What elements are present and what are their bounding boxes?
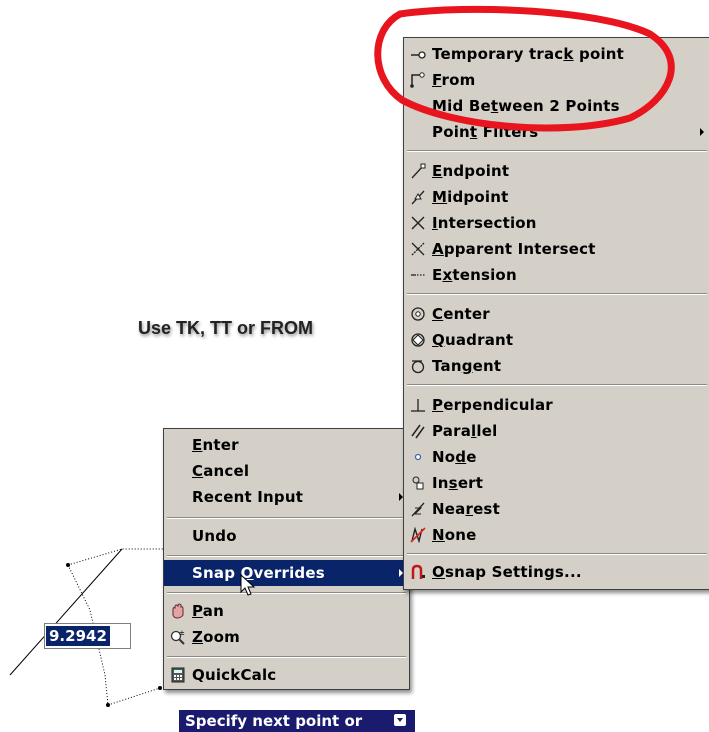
- menu-item-cancel[interactable]: Cancel: [164, 458, 409, 484]
- menu-item-intersection[interactable]: Intersection: [404, 210, 709, 236]
- nearest-icon: [410, 501, 426, 517]
- annotation-text: Use TK, TT or FROM: [138, 318, 313, 338]
- submenu-arrow-icon: [700, 128, 704, 136]
- endpoint-icon: [410, 163, 426, 179]
- osnap-settings-icon: [410, 564, 426, 580]
- menu-item-quickcalc[interactable]: QuickCalc: [164, 662, 409, 688]
- menu-item-point-filters[interactable]: Point Filters: [404, 119, 709, 145]
- center-icon: [410, 306, 426, 322]
- menu-item-mid-between-2-points[interactable]: Mid Between 2 Points: [404, 93, 709, 119]
- none-icon: [410, 527, 426, 543]
- prompt-dropdown-button[interactable]: [394, 714, 406, 726]
- from-icon: [410, 72, 426, 88]
- menu-item-node[interactable]: Node: [404, 444, 709, 470]
- menu-item-none[interactable]: None: [404, 522, 709, 548]
- menu-item-temporary-track-point[interactable]: Temporary track point: [404, 41, 709, 67]
- menu-item-pan[interactable]: Pan: [164, 598, 409, 624]
- dynamic-input-value: 9.2942: [46, 626, 110, 646]
- menu-item-nearest[interactable]: Nearest: [404, 496, 709, 522]
- drawn-line: [9, 548, 123, 676]
- menu-separator: [167, 656, 406, 658]
- dynamic-input-field[interactable]: 9.2942: [44, 623, 131, 649]
- dimension-guide: [67, 548, 165, 566]
- menu-item-osnap-settings[interactable]: Osnap Settings...: [404, 559, 709, 585]
- menu-item-center[interactable]: Center: [404, 301, 709, 327]
- zoom-icon: ±: [170, 629, 186, 645]
- node-icon: [410, 449, 426, 465]
- menu-separator: [407, 150, 707, 152]
- menu-item-zoom[interactable]: ± Zoom: [164, 624, 409, 650]
- quadrant-icon: [410, 332, 426, 348]
- menu-separator: [407, 553, 707, 555]
- menu-item-endpoint[interactable]: Endpoint: [404, 158, 709, 184]
- insert-icon: [410, 475, 426, 491]
- menu-separator: [407, 384, 707, 386]
- mouse-pointer-icon: [240, 574, 256, 596]
- menu-item-quadrant[interactable]: Quadrant: [404, 327, 709, 353]
- menu-separator: [167, 555, 406, 557]
- apparent-intersect-icon: [410, 241, 426, 257]
- tangent-icon: [410, 358, 426, 374]
- command-prompt: Specify next point or: [179, 710, 415, 732]
- menu-item-snap-overrides[interactable]: Snap Overrides: [164, 560, 409, 586]
- menu-item-insert[interactable]: Insert: [404, 470, 709, 496]
- snap-overrides-submenu: Temporary track point From Mid Between 2…: [403, 37, 709, 590]
- menu-item-recent-input[interactable]: Recent Input: [164, 484, 409, 510]
- menu-item-parallel[interactable]: Parallel: [404, 418, 709, 444]
- extension-icon: [410, 267, 426, 283]
- menu-item-enter[interactable]: Enter: [164, 432, 409, 458]
- menu-item-apparent-intersect[interactable]: Apparent Intersect: [404, 236, 709, 262]
- menu-separator: [407, 293, 707, 295]
- parallel-icon: [410, 423, 426, 439]
- menu-item-extension[interactable]: Extension: [404, 262, 709, 288]
- calculator-icon: [170, 667, 186, 683]
- temporary-track-icon: [410, 46, 426, 62]
- perpendicular-icon: [410, 397, 426, 413]
- intersection-icon: [410, 215, 426, 231]
- menu-item-from[interactable]: From: [404, 67, 709, 93]
- pan-icon: [170, 603, 186, 619]
- menu-item-tangent[interactable]: Tangent: [404, 353, 709, 379]
- menu-separator: [167, 517, 406, 519]
- command-prompt-text: Specify next point or: [185, 712, 363, 730]
- context-menu: Enter Cancel Recent Input Undo Snap Over…: [163, 428, 410, 690]
- svg-text:±: ±: [179, 629, 185, 637]
- menu-item-undo[interactable]: Undo: [164, 523, 409, 549]
- menu-item-perpendicular[interactable]: Perpendicular: [404, 392, 709, 418]
- midpoint-icon: [410, 189, 426, 205]
- menu-item-midpoint[interactable]: Midpoint: [404, 184, 709, 210]
- menu-separator: [167, 592, 406, 594]
